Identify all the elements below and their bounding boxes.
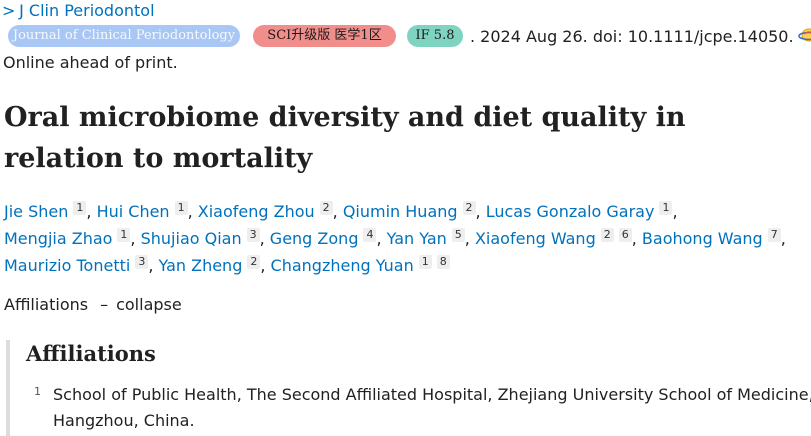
affiliation-ref-button[interactable]: 3	[135, 255, 149, 269]
citation-row: Journal of Clinical Periodontology SCI升级…	[8, 25, 811, 47]
author-separator: ,	[464, 229, 470, 248]
affiliation-text: School of Public Health, The Second Affi…	[53, 385, 811, 430]
affiliation-ref-button[interactable]: 4	[363, 228, 377, 242]
author-item: Geng Zong 4,	[270, 228, 382, 248]
author-item: Qiumin Huang 2,	[343, 201, 481, 221]
author-name-link[interactable]: Yan Zheng	[159, 256, 243, 275]
collapse-dash-icon: –	[100, 295, 109, 314]
author-name-link[interactable]: Lucas Gonzalo Garay	[486, 202, 655, 221]
affiliations-heading: Affiliations	[26, 341, 156, 366]
journal-badge[interactable]: Journal of Clinical Periodontology	[8, 25, 240, 47]
author-name-link[interactable]: Xiaofeng Wang	[475, 229, 596, 248]
author-item: Xiaofeng Wang 2 6,	[475, 228, 637, 248]
affiliations-toggle[interactable]: Affiliations – collapse	[4, 295, 182, 314]
affiliations-toggle-label: Affiliations	[4, 295, 89, 314]
author-name-link[interactable]: Jie Shen	[4, 202, 68, 221]
affiliation-ref-button[interactable]: 6	[618, 228, 632, 242]
author-separator: ,	[376, 229, 382, 248]
affiliations-section: Affiliations 1 School of Public Health, …	[6, 340, 811, 436]
author-item: Yan Yan 5,	[387, 228, 470, 248]
author-item: Jie Shen 1,	[4, 201, 92, 221]
impact-factor-badge: IF 5.8	[407, 25, 463, 47]
chevron-right-icon: >	[2, 1, 16, 20]
affiliation-ref-button[interactable]: 2	[462, 201, 476, 215]
author-item: Yan Zheng 2,	[159, 255, 266, 275]
affiliation-ref-button[interactable]: 1	[73, 201, 87, 215]
affiliation-ref-button[interactable]: 1	[659, 201, 673, 215]
author-separator: ,	[259, 229, 265, 248]
citation-doi: . 2024 Aug 26. doi: 10.1111/jcpe.14050.	[470, 26, 794, 46]
journal-link[interactable]: > J Clin Periodontol	[2, 1, 155, 20]
author-separator: ,	[130, 229, 136, 248]
author-item: Mengjia Zhao 1,	[4, 228, 136, 248]
author-item: Maurizio Tonetti 3,	[4, 255, 154, 275]
author-name-link[interactable]: Shujiao Qian	[141, 229, 242, 248]
affiliation-ref-button[interactable]: 5	[451, 228, 465, 242]
author-name-link[interactable]: Baohong Wang	[642, 229, 763, 248]
author-item: Hui Chen 1,	[97, 201, 193, 221]
author-name-link[interactable]: Qiumin Huang	[343, 202, 458, 221]
author-name-link[interactable]: Geng Zong	[270, 229, 359, 248]
affiliation-ref-button[interactable]: 1	[418, 255, 432, 269]
affiliation-ref-button[interactable]: 2	[319, 201, 333, 215]
author-separator: ,	[86, 202, 92, 221]
journal-name[interactable]: J Clin Periodontol	[19, 1, 154, 20]
author-name-link[interactable]: Xiaofeng Zhou	[198, 202, 315, 221]
author-item: Changzheng Yuan 1 8	[271, 255, 450, 275]
affiliation-ref-button[interactable]: 1	[174, 201, 188, 215]
author-separator: ,	[332, 202, 338, 221]
author-separator: ,	[672, 202, 678, 221]
author-name-link[interactable]: Mengjia Zhao	[4, 229, 112, 248]
author-separator: ,	[187, 202, 193, 221]
author-name-link[interactable]: Hui Chen	[97, 202, 170, 221]
author-item: Lucas Gonzalo Garay 1,	[486, 201, 678, 221]
author-item: Xiaofeng Zhou 2,	[198, 201, 338, 221]
affiliation-ref-button[interactable]: 8	[436, 255, 450, 269]
author-separator: ,	[260, 256, 266, 275]
affiliation-number: 1	[34, 385, 41, 398]
affiliation-ref-button[interactable]: 2	[247, 255, 261, 269]
author-name-link[interactable]: Maurizio Tonetti	[4, 256, 130, 275]
author-item: Shujiao Qian 3,	[141, 228, 265, 248]
journal-icon[interactable]	[797, 27, 811, 45]
affiliation-ref-button[interactable]: 2	[600, 228, 614, 242]
sci-rank-badge: SCI升级版 医学1区	[253, 25, 396, 47]
author-separator: ,	[475, 202, 481, 221]
author-separator: ,	[780, 229, 786, 248]
author-name-link[interactable]: Yan Yan	[387, 229, 447, 248]
author-name-link[interactable]: Changzheng Yuan	[271, 256, 414, 275]
affiliation-ref-button[interactable]: 1	[117, 228, 131, 242]
collapse-link[interactable]: collapse	[116, 295, 182, 314]
affiliation-ref-button[interactable]: 3	[246, 228, 260, 242]
article-title: Oral microbiome diversity and diet quali…	[4, 102, 686, 174]
print-status: Online ahead of print.	[3, 53, 178, 72]
author-separator: ,	[148, 256, 154, 275]
author-item: Baohong Wang 7,	[642, 228, 786, 248]
author-separator: ,	[631, 229, 637, 248]
author-list: Jie Shen 1, Hui Chen 1, Xiaofeng Zhou 2, Qi…	[4, 198, 809, 279]
affiliation-ref-button[interactable]: 7	[767, 228, 781, 242]
